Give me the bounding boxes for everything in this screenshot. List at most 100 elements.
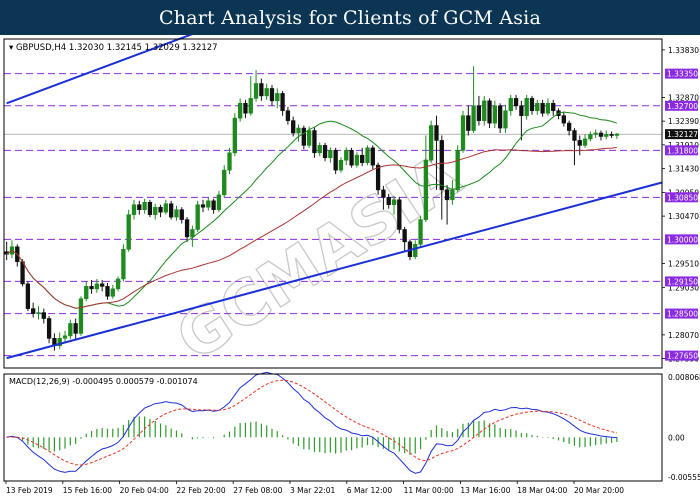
x-tick-label: 6 Mar 12:00	[347, 486, 393, 495]
candle-body	[190, 229, 195, 238]
y-tick-label: 1.33830	[668, 46, 699, 55]
candle-body	[174, 209, 179, 218]
candle-body	[306, 130, 312, 146]
macd-panel-frame	[3, 373, 663, 482]
candle-body	[471, 105, 476, 131]
candle-body	[551, 103, 556, 112]
candle-body	[577, 140, 582, 146]
candle-body	[524, 98, 529, 116]
candle-body	[561, 115, 566, 124]
level-price-label: 1.33350	[667, 70, 698, 79]
candle-body	[508, 98, 513, 112]
candle-body	[487, 100, 492, 124]
candle-body	[110, 288, 115, 297]
candle-body	[269, 88, 275, 102]
candle-body	[206, 200, 211, 208]
x-tick-label: 13 Mar 16:00	[460, 486, 510, 495]
level-price-label: 1.30000	[667, 235, 698, 244]
candle-body	[455, 150, 460, 191]
candle-body	[460, 115, 466, 151]
candle-body	[211, 200, 216, 210]
candle-body	[264, 88, 269, 97]
candle-body	[328, 150, 333, 159]
candle-body	[259, 83, 264, 97]
candle-body	[184, 219, 190, 238]
candle-body	[179, 209, 184, 220]
level-price-label: 1.27650	[667, 352, 698, 361]
page-title: Chart Analysis for Clients of GCM Asia	[159, 6, 541, 29]
candle-body	[195, 204, 200, 230]
candle-body	[598, 132, 604, 137]
candle-body	[41, 312, 46, 319]
level-price-label: 1.32700	[667, 102, 698, 111]
candle-body	[338, 159, 344, 171]
candle-body	[604, 134, 609, 137]
candle-body	[466, 115, 471, 131]
candle-body	[253, 83, 259, 99]
candle-body	[402, 229, 407, 243]
candle-body	[317, 145, 322, 154]
candle-body	[142, 201, 147, 210]
candle-body	[168, 203, 174, 218]
candle-body	[115, 278, 121, 290]
candle-body	[68, 323, 73, 337]
candle-body	[375, 164, 381, 191]
candle-body	[78, 298, 84, 334]
candle-body	[94, 283, 100, 290]
y-tick-label: 1.28070	[668, 331, 699, 340]
x-tick-label: 18 Mar 04:00	[517, 486, 567, 495]
macd-label: MACD(12,26,9) -0.000495 0.000579 -0.0010…	[9, 377, 198, 386]
candle-body	[126, 214, 131, 250]
candle-body	[163, 203, 169, 213]
candle-body	[545, 103, 551, 114]
candle-body	[391, 199, 397, 206]
candle-body	[291, 120, 296, 134]
candle-body	[31, 308, 36, 314]
candle-body	[137, 204, 142, 210]
candle-body	[529, 98, 535, 112]
candle-body	[25, 283, 31, 309]
candle-body	[519, 105, 524, 116]
x-tick-label: 15 Feb 16:00	[63, 486, 112, 495]
candle-body	[89, 286, 94, 290]
candle-body	[84, 286, 89, 300]
y-tick-label: 1.29510	[668, 260, 699, 269]
price-chart[interactable]: GCMASIA▾ GBPUSD,H4 1.32030 1.32145 1.320…	[0, 33, 700, 500]
candle-body	[216, 194, 222, 210]
candle-body	[365, 147, 370, 163]
candle-body	[434, 125, 439, 141]
candle-body	[535, 103, 540, 112]
x-tick-label: 11 Mar 00:00	[404, 486, 454, 495]
candle-body	[614, 133, 620, 136]
level-price-label: 1.29150	[667, 277, 698, 286]
candle-body	[46, 318, 52, 339]
candle-body	[243, 103, 248, 114]
candle-body	[582, 138, 588, 146]
level-price-label: 1.31800	[667, 146, 698, 155]
x-tick-label: 22 Feb 20:00	[176, 486, 225, 495]
candle-body	[360, 154, 365, 163]
candle-body	[381, 189, 386, 198]
level-price-label: 1.28500	[667, 310, 698, 319]
candle-body	[153, 206, 158, 215]
chart-area[interactable]: GCMASIA ▾ GBPUSD,H4 1.32030 1.32145 1.320…	[0, 33, 700, 500]
candle-body	[503, 110, 508, 129]
candle-body	[285, 110, 291, 121]
candle-body	[100, 283, 105, 287]
candle-body	[444, 189, 450, 201]
candle-body	[370, 147, 375, 166]
candle-body	[492, 105, 498, 124]
x-tick-label: 20 Mar 20:00	[574, 486, 624, 495]
macd-y-tick-top: 0.008068	[668, 373, 700, 382]
candle-body	[248, 98, 253, 114]
candle-body	[397, 199, 402, 230]
candle-body	[232, 117, 237, 154]
candle-body	[105, 286, 110, 297]
candle-body	[73, 323, 78, 334]
candle-body	[418, 219, 423, 245]
candle-body	[121, 248, 126, 280]
candle-body	[540, 103, 545, 114]
last-price-label: 1.32127	[667, 130, 698, 139]
candle-body	[476, 105, 482, 121]
x-tick-label: 27 Feb 08:00	[233, 486, 282, 495]
